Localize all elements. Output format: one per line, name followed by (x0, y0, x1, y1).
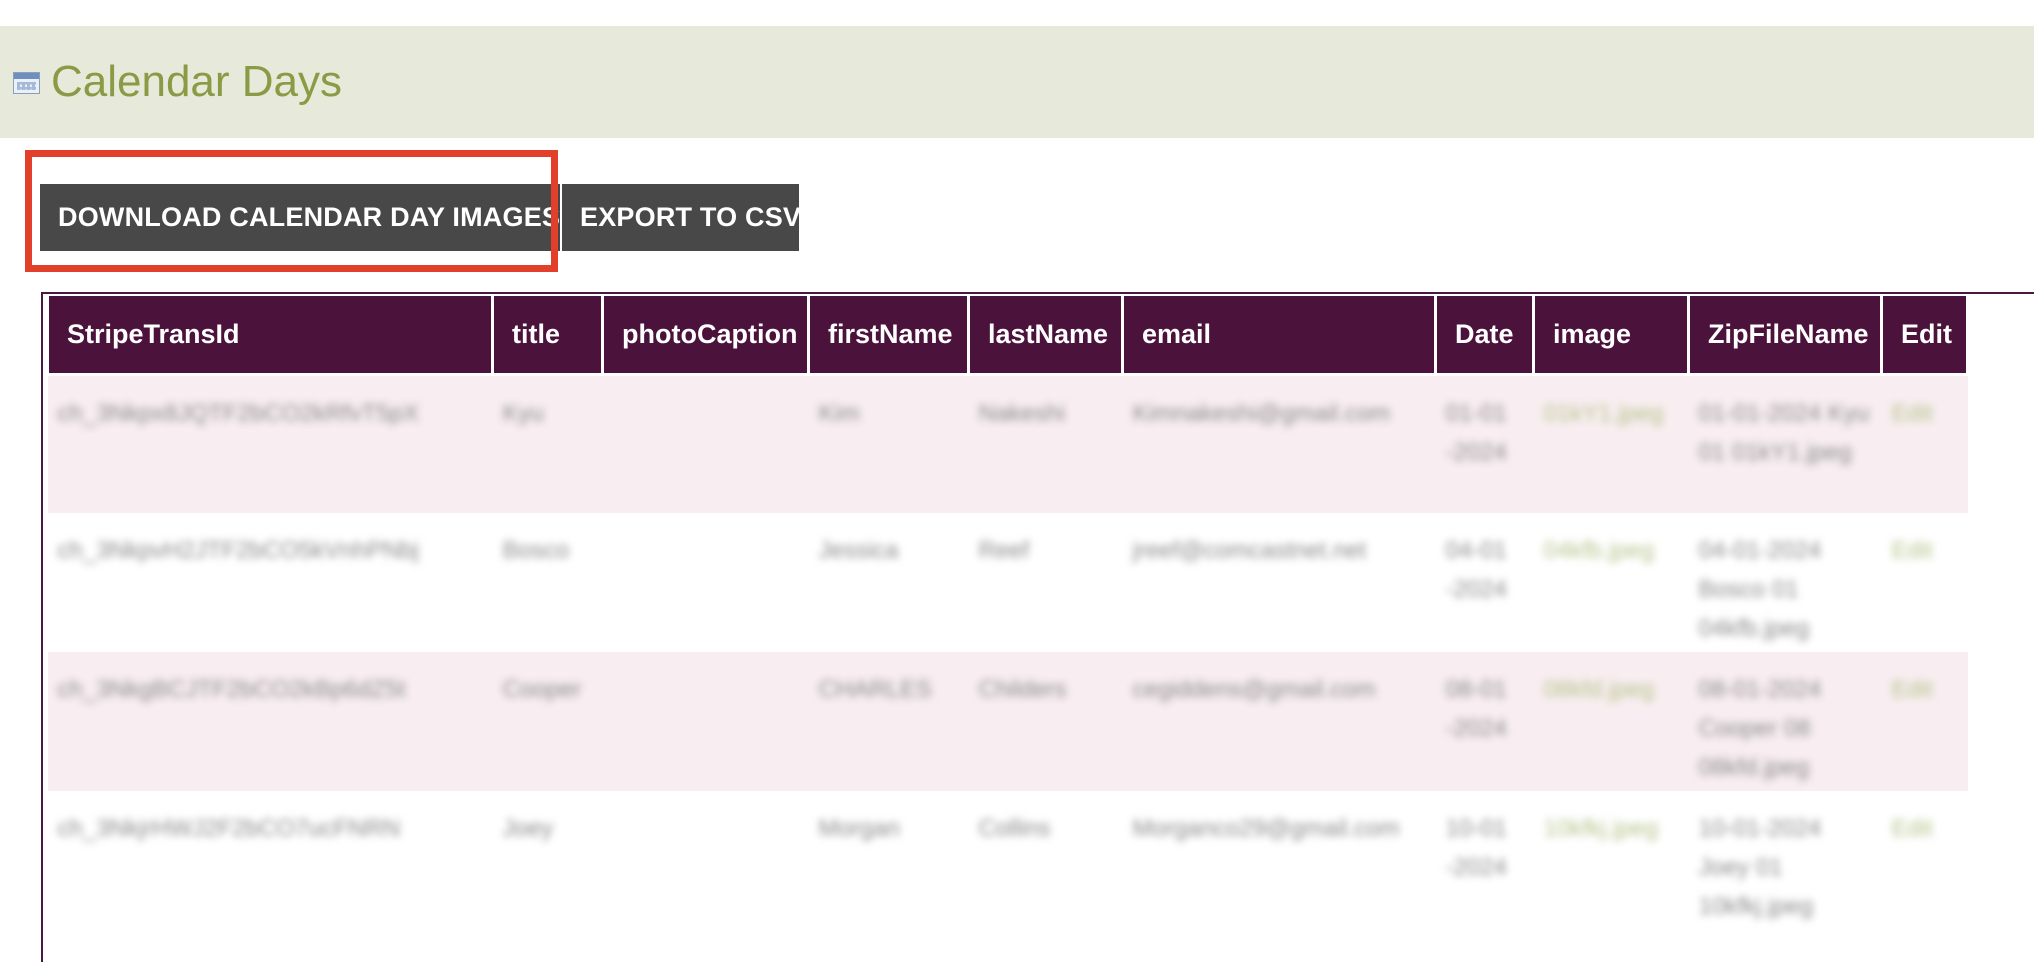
image-link[interactable]: 01kY1.jpeg (1544, 400, 1664, 427)
image-link[interactable]: 08kfd.jpeg (1544, 676, 1655, 703)
highlight-annotation (25, 150, 558, 272)
image-link[interactable]: 10kfkj.jpeg (1544, 815, 1659, 842)
edit-link[interactable]: Edit (1892, 815, 1933, 842)
column-header-edit: Edit (1880, 296, 1969, 376)
column-header-email[interactable]: email (1121, 296, 1437, 376)
cell-stripe-id: ch_3NkjrHWJ2F2bCO7ucFNRN (57, 815, 401, 842)
column-header-image[interactable]: image (1532, 296, 1690, 376)
edit-link[interactable]: Edit (1892, 537, 1933, 564)
column-header-photocaption[interactable]: photoCaption (601, 296, 810, 376)
cell-date: 10-01-2024 (1445, 815, 1507, 881)
table-row: ch_3NkpvH2JTF2bCO5kVnhPNbj Bosco Jessica… (47, 513, 1968, 652)
cell-title: Joey (502, 815, 554, 842)
cell-first-name: Kim (818, 399, 860, 427)
cell-zip-file-name: 10-01-2024 Joey 01 10kfkj.jpeg (1698, 815, 1822, 920)
cell-date: 08-01-2024 (1445, 676, 1507, 742)
cell-date: 01-01-2024 (1445, 399, 1507, 466)
column-header-date[interactable]: Date (1434, 296, 1535, 376)
page-title: Calendar Days (51, 57, 343, 106)
calendar-icon (13, 72, 40, 94)
cell-first-name: Jessica (818, 537, 899, 564)
cell-email: Kimnakeshi@gmail.com (1132, 399, 1391, 427)
table-row: ch_3NkgBCJTF2bCO2kBp6dZ5t Cooper CHARLES… (47, 652, 1968, 791)
column-header-lastname[interactable]: lastName (967, 296, 1124, 376)
export-to-csv-button[interactable]: EXPORT TO CSV (562, 184, 801, 251)
cell-email: cegiddens@gmail.com (1132, 676, 1376, 703)
table-header-row: StripeTransId title photoCaption firstNa… (46, 296, 1969, 376)
table-row: ch_3NkjrHWJ2F2bCO7ucFNRN Joey Morgan Col… (47, 791, 1968, 930)
cell-last-name: Nakeshi (978, 399, 1066, 427)
cell-last-name: Reef (978, 537, 1030, 564)
cell-date: 04-01-2024 (1445, 537, 1507, 603)
edit-link[interactable]: Edit (1892, 676, 1933, 703)
cell-last-name: Collins (978, 815, 1051, 842)
column-header-stripetransid[interactable]: StripeTransId (46, 296, 494, 376)
column-header-title[interactable]: title (491, 296, 604, 376)
cell-title: Cooper (502, 676, 582, 703)
image-link[interactable]: 04kfb.jpeg (1544, 537, 1655, 564)
calendar-days-table: StripeTransId title photoCaption firstNa… (46, 296, 1969, 930)
cell-stripe-id: ch_3Nkpx8JQTF2bCO2kRfvT5pX (57, 399, 419, 427)
cell-title: Kyu (502, 399, 544, 427)
column-header-firstname[interactable]: firstName (807, 296, 970, 376)
cell-last-name: Childers (978, 676, 1067, 703)
cell-email: Morganco29@gmail.com (1132, 815, 1400, 842)
cell-zip-file-name: 01-01-2024 Kyu 01 01kY1.jpeg (1698, 399, 1870, 466)
cell-first-name: CHARLES (818, 676, 932, 703)
cell-email: jreef@comcastnet.net (1132, 537, 1367, 564)
cell-first-name: Morgan (818, 815, 900, 842)
table-row: ch_3Nkpx8JQTF2bCO2kRfvT5pX Kyu Kim Nakes… (47, 374, 1968, 513)
cell-stripe-id: ch_3NkgBCJTF2bCO2kBp6dZ5t (57, 676, 406, 703)
edit-link[interactable]: Edit (1892, 400, 1933, 427)
cell-zip-file-name: 08-01-2024 Cooper 08 08kfd.jpeg (1698, 676, 1822, 781)
column-header-zipfilename[interactable]: ZipFileName (1687, 296, 1883, 376)
cell-zip-file-name: 04-01-2024 Bosco 01 04kfb.jpeg (1698, 537, 1822, 642)
cell-stripe-id: ch_3NkpvH2JTF2bCO5kVnhPNbj (57, 537, 420, 564)
cell-title: Bosco (502, 537, 570, 564)
